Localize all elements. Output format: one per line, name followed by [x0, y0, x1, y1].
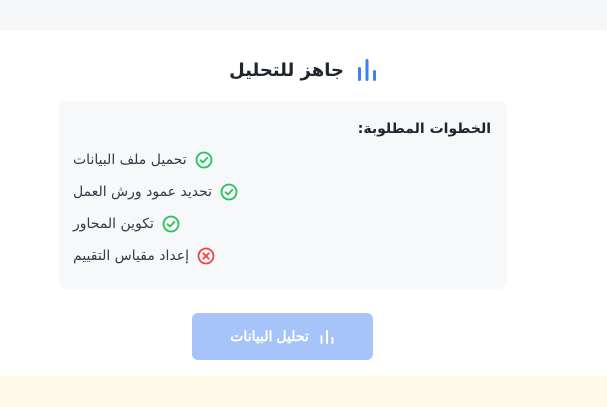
panel-header: جاهز للتحليل: [0, 55, 607, 85]
top-strip: [0, 0, 607, 30]
bottom-strip: [0, 376, 607, 407]
steps-title: الخطوات المطلوبة:: [357, 121, 491, 137]
analyze-button-label: تحليل البيانات: [230, 328, 309, 344]
bar-chart-icon: [357, 59, 376, 81]
step-label: تكوين المحاور: [73, 216, 154, 232]
steps-list: تحميل ملف البيانات تحديد عمود ورش العمل …: [59, 151, 507, 279]
required-steps-card: الخطوات المطلوبة: تحميل ملف البيانات تحد…: [59, 101, 507, 289]
analyze-data-button[interactable]: تحليل البيانات: [192, 313, 373, 360]
list-item: تحديد عمود ورش العمل: [59, 183, 507, 215]
step-label: تحديد عمود ورش العمل: [73, 184, 213, 200]
list-item: إعداد مقياس التقييم: [59, 247, 507, 279]
check-circle-icon: [162, 215, 180, 233]
list-item: تحميل ملف البيانات: [59, 151, 507, 183]
bar-chart-icon: [320, 329, 334, 344]
step-label: إعداد مقياس التقييم: [73, 248, 190, 264]
list-item: تكوين المحاور: [59, 215, 507, 247]
check-circle-icon: [195, 151, 212, 169]
step-label: تحميل ملف البيانات: [73, 152, 187, 168]
page-title: جاهز للتحليل: [229, 59, 344, 81]
x-circle-icon: [197, 247, 215, 265]
check-circle-icon: [220, 183, 238, 201]
